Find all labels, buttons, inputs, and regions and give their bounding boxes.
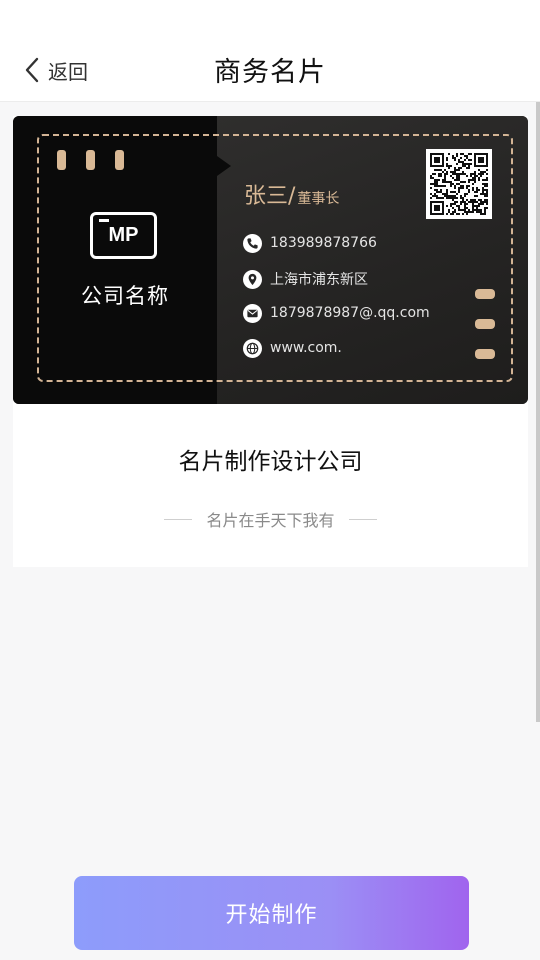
template-slogan: 名片在手天下我有 [13, 507, 528, 531]
person-role: 董事长 [297, 191, 340, 207]
email: 1879878987@.qq.com [270, 305, 430, 321]
company-name: 公司名称 [81, 284, 169, 308]
decor-pill [86, 150, 95, 170]
decor-pill [475, 319, 495, 329]
qr-code [426, 149, 492, 219]
business-card-preview: MP 公司名称 张三/董事长 183989878766 上海市浦东新区 1879… [13, 116, 528, 404]
decor-pill [475, 349, 495, 359]
template-title: 名片制作设计公司 [178, 449, 363, 475]
mail-icon [243, 303, 262, 323]
globe-icon [243, 338, 262, 358]
person-name-text: 张三/ [244, 184, 296, 209]
website-row: www.com. [243, 337, 342, 359]
location-icon [243, 269, 262, 289]
scrollbar[interactable] [536, 0, 540, 722]
slogan-text: 名片在手天下我有 [206, 511, 335, 530]
website: www.com. [270, 340, 342, 356]
qr-code-pattern [430, 153, 488, 215]
page-title: 商务名片 [214, 57, 326, 88]
divider-line [164, 518, 193, 520]
logo-bar [99, 219, 109, 222]
address: 上海市浦东新区 [270, 272, 368, 288]
divider-line [348, 518, 377, 520]
header: 返回 商务名片 [0, 0, 540, 102]
decor-pill [115, 150, 124, 170]
decor-pill [57, 150, 66, 170]
logo-text: MP [108, 224, 139, 246]
email-row: 1879878987@.qq.com [243, 302, 430, 324]
start-making-button[interactable]: 开始制作 [74, 876, 469, 950]
phone-icon [243, 233, 262, 253]
address-row: 上海市浦东新区 [243, 268, 368, 290]
company-logo: MP [90, 212, 157, 259]
phone-row: 183989878766 [243, 232, 377, 254]
person-name: 张三/董事长 [244, 178, 339, 210]
decor-pill [475, 289, 495, 299]
phone-number: 183989878766 [270, 235, 377, 251]
template-card[interactable]: MP 公司名称 张三/董事长 183989878766 上海市浦东新区 1879… [13, 116, 528, 567]
